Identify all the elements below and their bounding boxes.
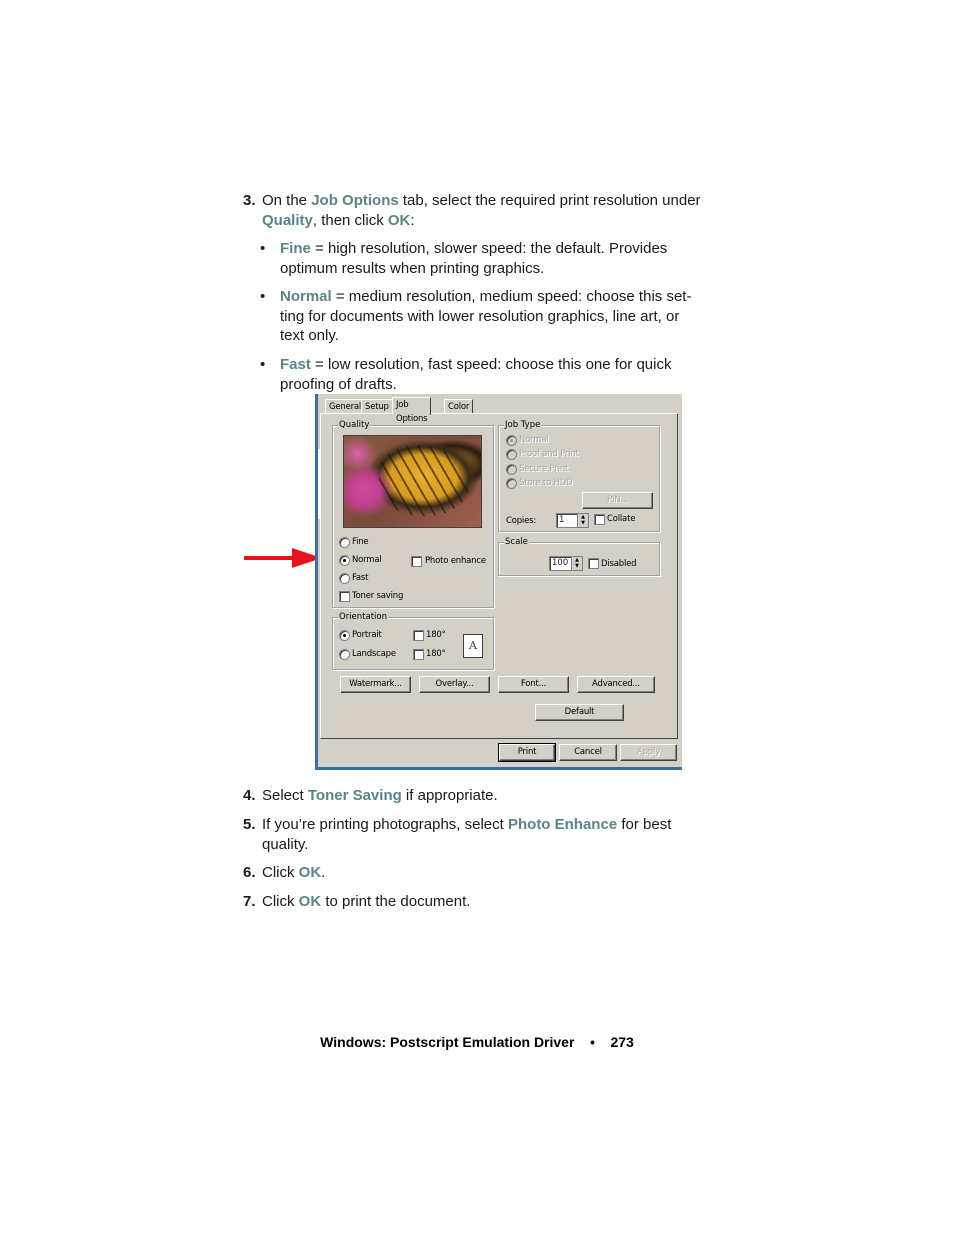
print-button[interactable]: Print bbox=[498, 743, 556, 762]
normal-label: Normal bbox=[352, 555, 382, 565]
copies-label: Copies: bbox=[506, 516, 537, 526]
photo-enhance-checkbox[interactable] bbox=[411, 556, 422, 567]
collate-checkbox[interactable] bbox=[594, 514, 605, 525]
orientation-legend: Orientation bbox=[338, 611, 388, 623]
job-type-legend: Job Type bbox=[504, 419, 542, 431]
step-5: 5. If you’re printing photographs, selec… bbox=[243, 816, 672, 853]
scale-disabled-label: Disabled bbox=[601, 559, 637, 569]
proof-and-print-label: Proof and Print bbox=[519, 449, 579, 459]
orientation-group: Orientation Portrait 180° Landscape 180°… bbox=[332, 611, 494, 670]
portrait-label: Portrait bbox=[352, 630, 382, 640]
step-6: 6. Click OK. bbox=[243, 864, 326, 881]
store-to-hdd-label: Store to HDD bbox=[519, 478, 573, 488]
radio-proof-and-print[interactable] bbox=[506, 449, 517, 460]
ok-term: OK bbox=[298, 893, 322, 910]
radio-secure-print[interactable] bbox=[506, 464, 517, 475]
copies-spinner[interactable]: ▲ ▼ bbox=[577, 514, 588, 527]
fast-term: Fast bbox=[280, 356, 311, 373]
pin-button[interactable]: PIN... bbox=[582, 492, 653, 509]
fast-label: Fast bbox=[352, 573, 369, 583]
cancel-button[interactable]: Cancel bbox=[559, 744, 617, 761]
font-button[interactable]: Font... bbox=[498, 676, 569, 693]
ok-term: OK bbox=[387, 211, 411, 229]
default-button[interactable]: Default bbox=[535, 704, 624, 721]
bullet-dot: • bbox=[260, 288, 266, 305]
fine-term: Fine bbox=[280, 240, 311, 257]
footer-separator: • bbox=[589, 1034, 595, 1050]
footer-title: Windows: Postscript Emulation Driver bbox=[320, 1034, 575, 1050]
watermark-button[interactable]: Watermark... bbox=[340, 676, 411, 693]
photo-enhance-label: Photo enhance bbox=[425, 556, 486, 566]
overlay-button[interactable]: Overlay... bbox=[419, 676, 490, 693]
step-number: 6. bbox=[243, 864, 256, 881]
step-number: 5. bbox=[243, 816, 256, 833]
job-normal-label: Normal bbox=[519, 435, 549, 445]
bullet-dot: • bbox=[260, 356, 266, 373]
secure-print-label: Secure Print bbox=[519, 464, 569, 474]
scale-disabled-checkbox[interactable] bbox=[588, 558, 599, 569]
tab-general[interactable]: General bbox=[325, 399, 366, 414]
job-options-term: Job Options bbox=[311, 192, 399, 209]
page-orientation-icon: A bbox=[463, 634, 483, 658]
step-3: 3. On the Job Options tab, select the re… bbox=[243, 192, 701, 229]
page-number: 273 bbox=[610, 1034, 634, 1050]
scale-legend: Scale bbox=[504, 536, 529, 548]
quality-group: Quality Fine Normal Photo enhance Fast T… bbox=[332, 419, 494, 608]
page-footer: Windows: Postscript Emulation Driver • 2… bbox=[0, 1034, 954, 1050]
ok-term: OK bbox=[298, 864, 322, 881]
step-7: 7. Click OK to print the document. bbox=[243, 893, 471, 910]
step-4: 4. Select Toner Saving if appropriate. bbox=[243, 787, 498, 804]
scale-input[interactable]: 100 ▲ ▼ bbox=[549, 556, 583, 571]
step-number: 7. bbox=[243, 893, 256, 910]
job-options-panel: Quality Fine Normal Photo enhance Fast T… bbox=[320, 413, 678, 739]
toner-saving-label: Toner saving bbox=[352, 591, 404, 601]
fine-label: Fine bbox=[352, 537, 369, 547]
tab-setup[interactable]: Setup bbox=[361, 399, 393, 414]
scale-spinner[interactable]: ▲ ▼ bbox=[571, 557, 582, 570]
radio-store-to-hdd[interactable] bbox=[506, 478, 517, 489]
radio-normal[interactable] bbox=[339, 555, 350, 566]
window-edge bbox=[315, 767, 682, 770]
scale-group: Scale 100 ▲ ▼ Disabled bbox=[498, 536, 660, 576]
radio-fast[interactable] bbox=[339, 573, 350, 584]
toner-saving-term: Toner Saving bbox=[307, 787, 402, 804]
radio-portrait[interactable] bbox=[339, 630, 350, 641]
copies-input[interactable]: 1 ▲ ▼ bbox=[556, 513, 589, 528]
red-arrow-icon bbox=[244, 548, 322, 568]
radio-fine[interactable] bbox=[339, 537, 350, 548]
apply-button[interactable]: Apply bbox=[620, 744, 677, 761]
tab-job-options[interactable]: Job Options bbox=[392, 397, 432, 424]
job-type-group: Job Type Normal Proof and Print Secure P… bbox=[498, 419, 660, 532]
advanced-button[interactable]: Advanced... bbox=[577, 676, 655, 693]
step-number: 3. bbox=[243, 192, 256, 209]
quality-legend: Quality bbox=[338, 419, 371, 431]
print-dialog-screenshot: General Setup Job Options Color Quality … bbox=[315, 394, 682, 770]
landscape-label: Landscape bbox=[352, 649, 396, 659]
portrait-rotate-checkbox[interactable] bbox=[413, 630, 424, 641]
portrait-rotate-label: 180° bbox=[426, 630, 446, 640]
radio-landscape[interactable] bbox=[339, 649, 350, 660]
landscape-rotate-label: 180° bbox=[426, 649, 446, 659]
butterfly-preview-image bbox=[343, 435, 482, 528]
photo-enhance-term: Photo Enhance bbox=[507, 816, 618, 833]
quality-term: Quality bbox=[262, 211, 313, 229]
collate-label: Collate bbox=[607, 514, 636, 524]
toner-saving-checkbox[interactable] bbox=[339, 591, 350, 602]
bullet-dot: • bbox=[260, 240, 266, 257]
tab-color[interactable]: Color bbox=[444, 399, 474, 414]
landscape-rotate-checkbox[interactable] bbox=[413, 649, 424, 660]
radio-job-normal[interactable] bbox=[506, 435, 517, 446]
normal-term: Normal bbox=[280, 288, 332, 305]
step-number: 4. bbox=[243, 787, 256, 804]
